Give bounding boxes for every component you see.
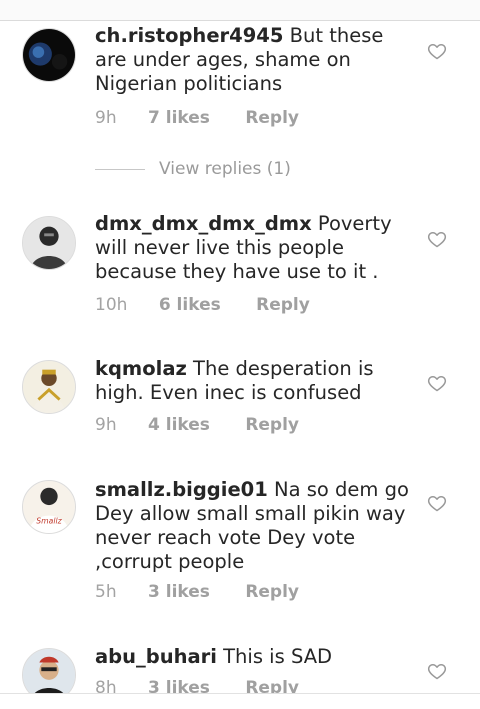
comment-likes[interactable]: 6 likes — [159, 295, 221, 315]
comment-meta: 5h 3 likes Reply — [95, 582, 299, 602]
comment-time: 9h — [95, 415, 117, 435]
comment-time: 10h — [95, 295, 128, 315]
reply-button[interactable]: Reply — [245, 415, 299, 435]
heart-outline-icon[interactable] — [427, 493, 447, 513]
comment-username[interactable]: smallz.biggie01 — [95, 478, 268, 501]
avatar-image — [23, 361, 75, 413]
comment-meta: 9h 7 likes Reply — [95, 108, 299, 128]
bottom-bar — [0, 693, 480, 709]
comment-text: kqmolaz The desperation is high. Even in… — [95, 357, 410, 405]
reply-button[interactable]: Reply — [245, 582, 299, 602]
comment-likes[interactable]: 4 likes — [148, 415, 210, 435]
comment-username[interactable]: ch.ristopher4945 — [95, 24, 283, 47]
comment-text: ch.ristopher4945 But these are under age… — [95, 24, 410, 96]
avatar-image: Smallz — [23, 481, 75, 533]
comment-likes[interactable]: 3 likes — [148, 582, 210, 602]
reply-button[interactable]: Reply — [256, 295, 310, 315]
comment-meta: 9h 4 likes Reply — [95, 415, 299, 435]
comment-time: 9h — [95, 108, 117, 128]
heart-outline-icon[interactable] — [427, 229, 447, 249]
comment-meta: 10h 6 likes Reply — [95, 295, 310, 315]
comment-body: This is SAD — [223, 645, 333, 668]
svg-text:Smallz: Smallz — [36, 516, 62, 525]
avatar[interactable]: Smallz — [22, 480, 76, 534]
top-bar — [0, 0, 480, 21]
heart-outline-icon[interactable] — [427, 373, 447, 393]
comment-text: abu_buhari This is SAD — [95, 645, 410, 669]
comment-time: 5h — [95, 582, 117, 602]
comment-text: dmx_dmx_dmx_dmx Poverty will never live … — [95, 212, 410, 284]
heart-outline-icon[interactable] — [427, 661, 447, 681]
avatar-image — [23, 217, 75, 269]
comment-likes[interactable]: 7 likes — [148, 108, 210, 128]
comment-username[interactable]: abu_buhari — [95, 645, 217, 668]
comment-username[interactable]: dmx_dmx_dmx_dmx — [95, 212, 312, 235]
avatar[interactable] — [22, 216, 76, 270]
avatar[interactable] — [22, 28, 76, 82]
view-replies-label[interactable]: View replies (1) — [159, 159, 291, 179]
avatar-image — [23, 29, 75, 81]
heart-outline-icon[interactable] — [427, 41, 447, 61]
comment-text: smallz.biggie01 Na so dem go Dey allow s… — [95, 478, 410, 574]
avatar[interactable] — [22, 360, 76, 414]
view-replies-line — [95, 169, 145, 170]
reply-button[interactable]: Reply — [245, 108, 299, 128]
comment-username[interactable]: kqmolaz — [95, 357, 187, 380]
